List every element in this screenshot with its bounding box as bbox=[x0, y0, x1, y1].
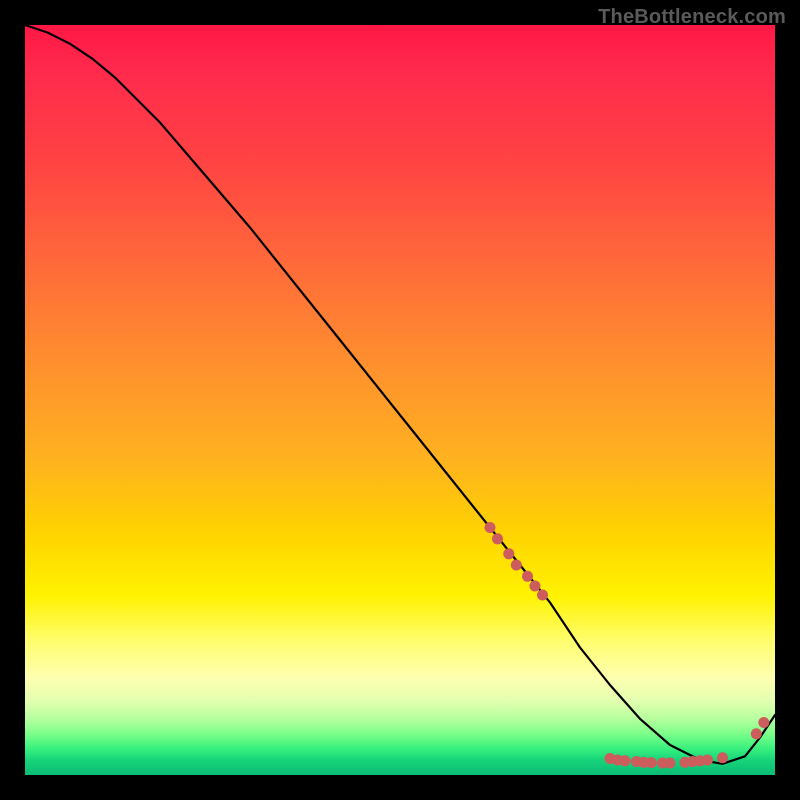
data-marker bbox=[511, 560, 522, 571]
data-marker bbox=[492, 533, 503, 544]
data-marker bbox=[702, 755, 713, 766]
data-marker bbox=[485, 522, 496, 533]
data-marker bbox=[751, 728, 762, 739]
chart-frame: TheBottleneck.com bbox=[0, 0, 800, 800]
data-marker bbox=[646, 757, 657, 768]
data-marker bbox=[758, 717, 769, 728]
data-marker bbox=[620, 755, 631, 766]
marker-group bbox=[485, 522, 770, 769]
data-marker bbox=[503, 548, 514, 559]
data-marker bbox=[537, 590, 548, 601]
plot-area bbox=[25, 25, 775, 775]
data-marker bbox=[717, 752, 728, 763]
data-marker bbox=[530, 581, 541, 592]
data-marker bbox=[522, 571, 533, 582]
plot-overlay bbox=[25, 25, 775, 775]
bottleneck-curve bbox=[25, 25, 775, 764]
watermark-text: TheBottleneck.com bbox=[598, 6, 786, 29]
data-marker bbox=[665, 758, 676, 769]
